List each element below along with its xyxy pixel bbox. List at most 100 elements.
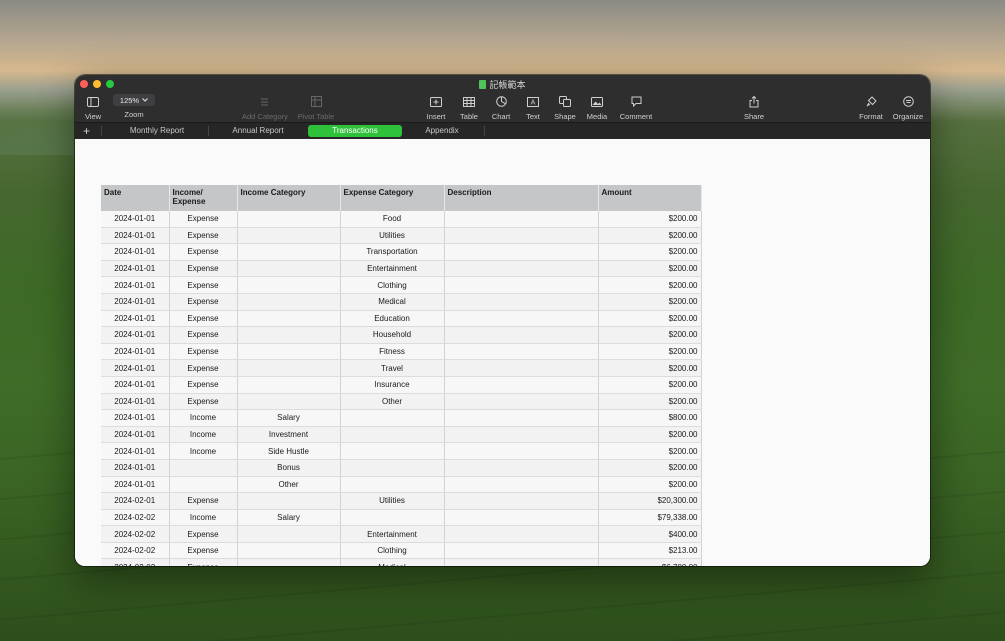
cell-amount[interactable]: $800.00	[598, 409, 702, 427]
cell-amount[interactable]: $200.00	[598, 442, 702, 460]
cell-date[interactable]: 2024-02-02	[101, 509, 170, 527]
cell-date[interactable]: 2024-01-01	[101, 393, 170, 411]
tab-annual-report[interactable]: Annual Report	[216, 125, 300, 137]
cell-amount[interactable]: $200.00	[598, 326, 702, 344]
cell-date[interactable]: 2024-01-01	[101, 310, 170, 328]
cell-income-expense[interactable]: Expense	[169, 359, 238, 377]
cell-expense-category[interactable]: Transportation	[340, 243, 445, 261]
cell-amount[interactable]: $200.00	[598, 211, 702, 228]
cell-income-expense[interactable]: Income	[169, 426, 238, 444]
cell-date[interactable]: 2024-01-01	[101, 359, 170, 377]
view-button[interactable]: View	[75, 95, 115, 121]
cell-expense-category[interactable]: Clothing	[340, 542, 445, 560]
header-income-category[interactable]: Income Category	[237, 185, 341, 211]
cell-date[interactable]: 2024-01-01	[101, 293, 170, 311]
cell-description[interactable]	[444, 227, 599, 245]
cell-income-expense[interactable]: Expense	[169, 243, 238, 261]
cell-date[interactable]: 2024-01-01	[101, 376, 170, 394]
cell-amount[interactable]: $200.00	[598, 459, 702, 477]
cell-date[interactable]: 2024-01-01	[101, 326, 170, 344]
cell-income-category[interactable]	[237, 243, 341, 261]
cell-income-category[interactable]	[237, 558, 341, 566]
cell-date[interactable]: 2024-02-02	[101, 525, 170, 543]
header-income-expense[interactable]: Income/ Expense	[169, 185, 238, 211]
cell-income-expense[interactable]: Expense	[169, 310, 238, 328]
cell-description[interactable]	[444, 442, 599, 460]
cell-date[interactable]: 2024-01-01	[101, 459, 170, 477]
cell-date[interactable]: 2024-01-01	[101, 276, 170, 294]
cell-amount[interactable]: $20,300.00	[598, 492, 702, 510]
cell-expense-category[interactable]	[340, 442, 445, 460]
cell-amount[interactable]: $200.00	[598, 293, 702, 311]
cell-income-expense[interactable]: Expense	[169, 293, 238, 311]
cell-income-category[interactable]: Bonus	[237, 459, 341, 477]
cell-income-expense[interactable]: Income	[169, 442, 238, 460]
cell-income-category[interactable]	[237, 211, 341, 228]
organize-button[interactable]: Organize	[886, 95, 930, 121]
cell-income-category[interactable]	[237, 542, 341, 560]
cell-expense-category[interactable]: Medical	[340, 293, 445, 311]
tab-transactions[interactable]: Transactions	[308, 125, 402, 137]
cell-expense-category[interactable]: Entertainment	[340, 260, 445, 278]
header-date[interactable]: Date	[101, 185, 170, 211]
comment-button[interactable]: Comment	[614, 95, 658, 121]
cell-date[interactable]: 2024-01-01	[101, 409, 170, 427]
cell-date[interactable]: 2024-01-01	[101, 227, 170, 245]
cell-income-category[interactable]	[237, 227, 341, 245]
cell-description[interactable]	[444, 260, 599, 278]
cell-expense-category[interactable]: Utilities	[340, 227, 445, 245]
cell-amount[interactable]: $200.00	[598, 393, 702, 411]
cell-expense-category[interactable]: Food	[340, 211, 445, 228]
cell-expense-category[interactable]: Medical	[340, 558, 445, 566]
cell-income-expense[interactable]: Expense	[169, 558, 238, 566]
cell-date[interactable]: 2024-02-02	[101, 542, 170, 560]
cell-amount[interactable]: $400.00	[598, 525, 702, 543]
cell-income-expense[interactable]: Income	[169, 409, 238, 427]
cell-description[interactable]	[444, 509, 599, 527]
cell-income-category[interactable]	[237, 376, 341, 394]
cell-income-category[interactable]: Side Hustle	[237, 442, 341, 460]
header-description[interactable]: Description	[444, 185, 599, 211]
cell-income-expense[interactable]: Income	[169, 509, 238, 527]
cell-date[interactable]: 2024-01-01	[101, 243, 170, 261]
cell-income-category[interactable]	[237, 276, 341, 294]
cell-income-category[interactable]	[237, 260, 341, 278]
cell-description[interactable]	[444, 525, 599, 543]
cell-income-expense[interactable]: Expense	[169, 542, 238, 560]
cell-expense-category[interactable]: Entertainment	[340, 525, 445, 543]
media-button[interactable]: Media	[575, 95, 619, 121]
cell-description[interactable]	[444, 359, 599, 377]
cell-expense-category[interactable]: Utilities	[340, 492, 445, 510]
cell-income-expense[interactable]: Expense	[169, 393, 238, 411]
cell-amount[interactable]: $200.00	[598, 276, 702, 294]
cell-income-category[interactable]	[237, 525, 341, 543]
cell-description[interactable]	[444, 376, 599, 394]
cell-expense-category[interactable]	[340, 409, 445, 427]
cell-date[interactable]: 2024-01-01	[101, 442, 170, 460]
cell-expense-category[interactable]	[340, 459, 445, 477]
cell-expense-category[interactable]: Travel	[340, 359, 445, 377]
cell-description[interactable]	[444, 343, 599, 361]
cell-description[interactable]	[444, 326, 599, 344]
add-sheet-button[interactable]: +	[83, 124, 90, 138]
add-category-button[interactable]: Add Category	[242, 95, 288, 121]
cell-amount[interactable]: $213.00	[598, 542, 702, 560]
cell-amount[interactable]: $79,338.00	[598, 509, 702, 527]
cell-expense-category[interactable]: Other	[340, 393, 445, 411]
cell-income-expense[interactable]: Expense	[169, 376, 238, 394]
cell-description[interactable]	[444, 293, 599, 311]
cell-income-expense[interactable]: Expense	[169, 343, 238, 361]
cell-income-expense[interactable]: Expense	[169, 492, 238, 510]
cell-income-category[interactable]	[237, 326, 341, 344]
cell-income-category[interactable]	[237, 293, 341, 311]
cell-date[interactable]: 2024-02-01	[101, 492, 170, 510]
cell-income-category[interactable]	[237, 310, 341, 328]
cell-income-expense[interactable]	[169, 476, 238, 494]
cell-expense-category[interactable]	[340, 476, 445, 494]
cell-amount[interactable]: $200.00	[598, 359, 702, 377]
cell-description[interactable]	[444, 211, 599, 228]
cell-income-expense[interactable]: Expense	[169, 276, 238, 294]
cell-description[interactable]	[444, 542, 599, 560]
cell-income-category[interactable]	[237, 343, 341, 361]
cell-description[interactable]	[444, 409, 599, 427]
